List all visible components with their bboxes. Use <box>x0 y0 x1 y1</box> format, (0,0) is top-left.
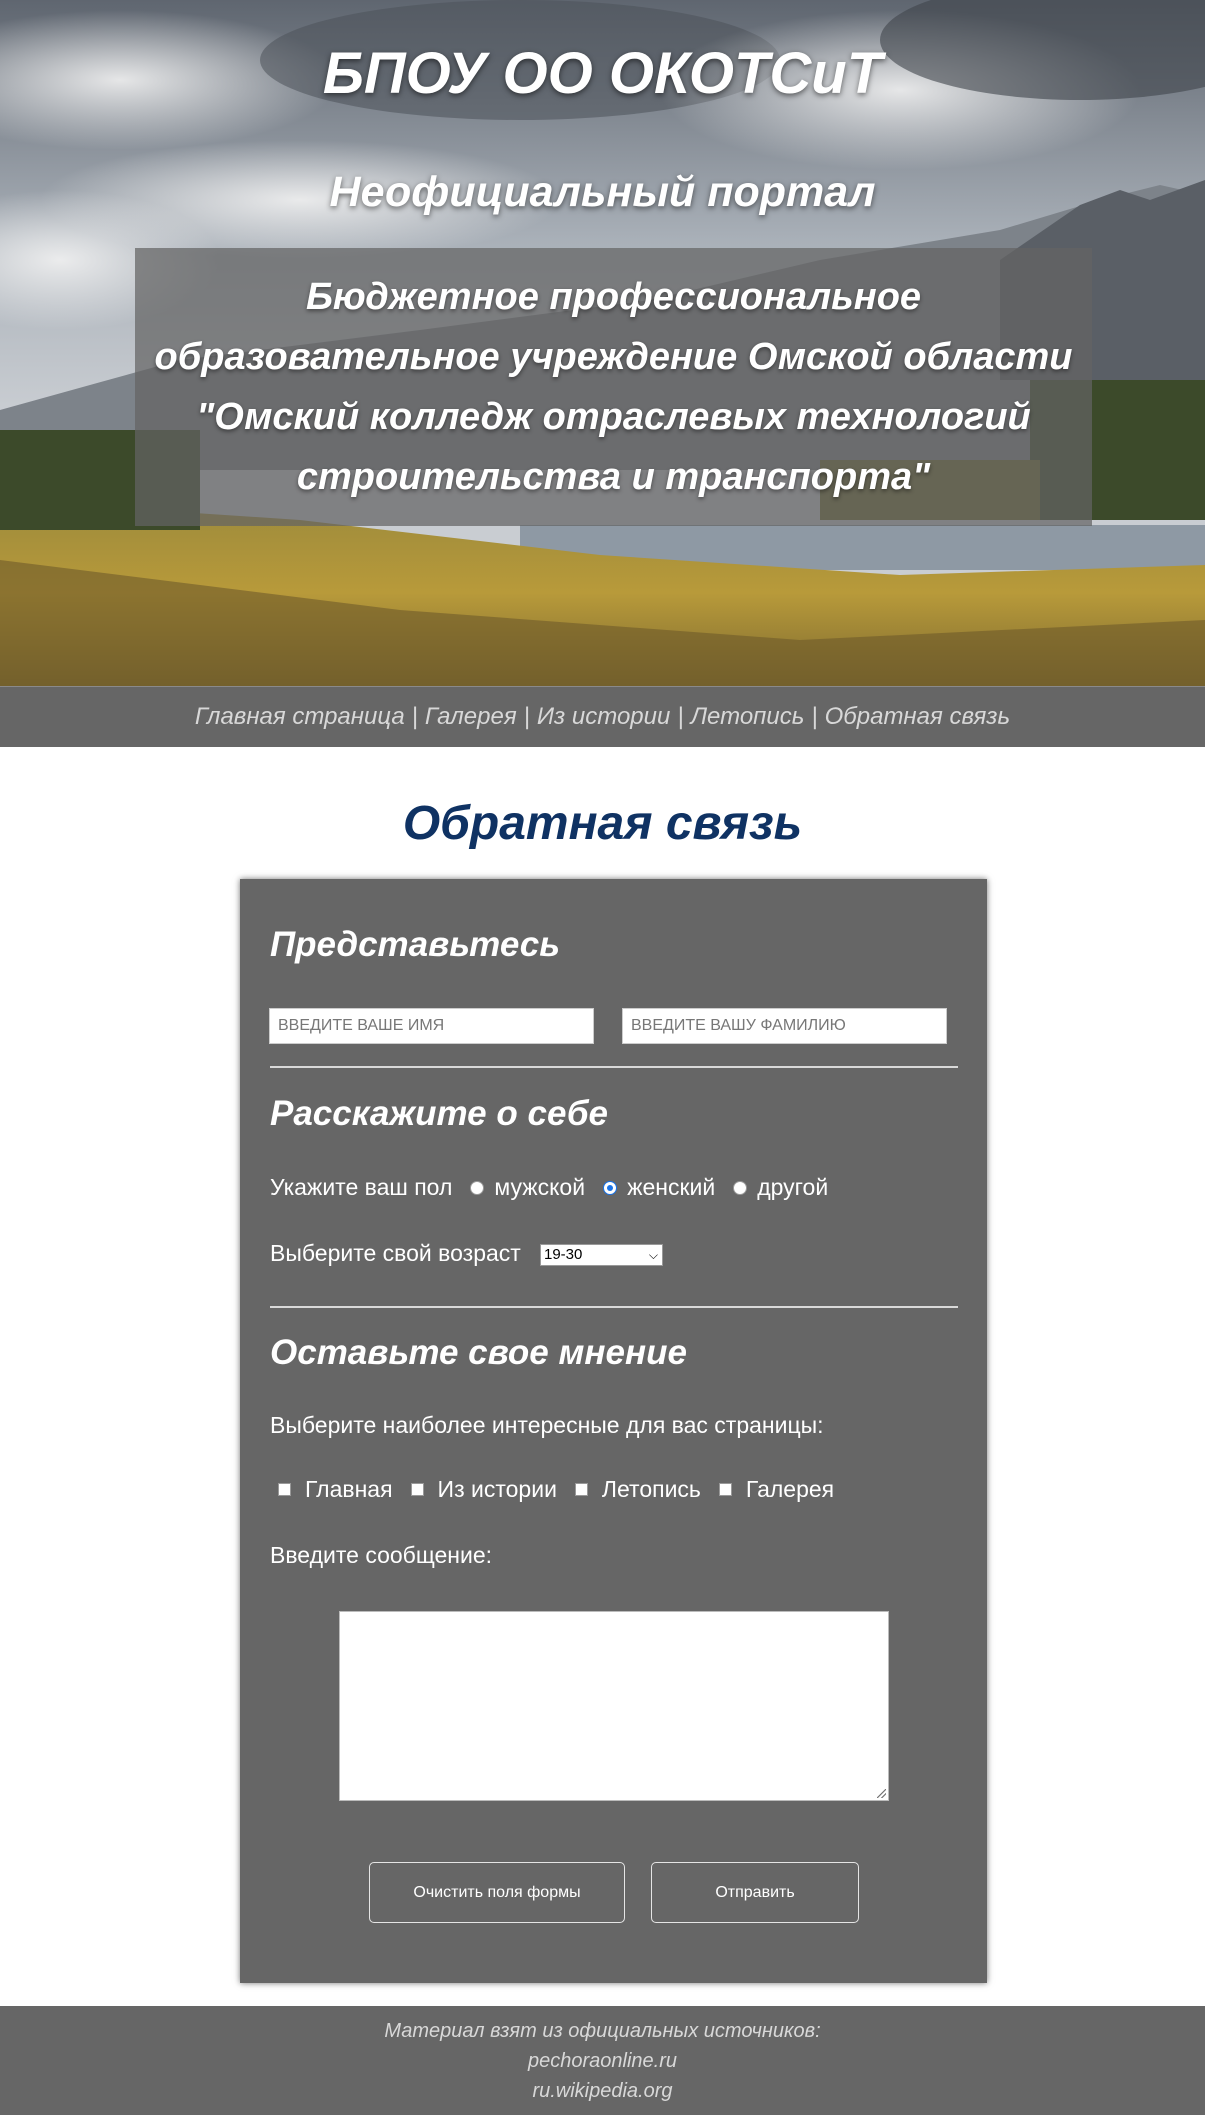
nav-link-chronicle[interactable]: Летопись <box>691 703 805 731</box>
nav-separator: | <box>411 703 418 730</box>
gender-option-label: мужской <box>494 1174 586 1200</box>
gender-option-label: другой <box>757 1174 829 1200</box>
gender-group: Укажите ваш пол мужской женский другой <box>270 1174 828 1201</box>
nav-separator: | <box>523 703 530 730</box>
footer: Материал взят из официальных источников:… <box>0 2006 1205 2115</box>
institution-description-box: Бюджетное профессиональное образовательн… <box>135 248 1092 526</box>
nav-link-home[interactable]: Главная страница <box>195 703 405 731</box>
age-label: Выберите свой возраст <box>270 1240 521 1266</box>
resize-handle-icon[interactable] <box>877 1789 886 1798</box>
checkbox-label: Главная <box>305 1476 393 1502</box>
footer-source-link[interactable]: ru.wikipedia.org <box>0 2076 1205 2106</box>
gender-option-label: женский <box>627 1174 716 1200</box>
page-title: Обратная связь <box>402 797 803 850</box>
message-textarea[interactable] <box>339 1611 889 1801</box>
checkbox-chronicle[interactable] <box>574 1483 588 1496</box>
age-select-value: 19-30 <box>544 1246 583 1263</box>
checkbox-home[interactable] <box>278 1483 291 1496</box>
first-name-input[interactable] <box>269 1008 594 1044</box>
submit-button[interactable]: Отправить <box>651 1862 859 1923</box>
chevron-down-icon: ⌵ <box>648 1248 658 1262</box>
checkbox-label: Галерея <box>745 1476 835 1502</box>
checkbox-label: Летопись <box>601 1476 701 1502</box>
section-heading-about: Расскажите о себе <box>270 1094 608 1133</box>
message-label: Введите сообщение: <box>270 1542 493 1568</box>
nav-link-feedback[interactable]: Обратная связь <box>825 703 1011 731</box>
pages-label: Выберите наиболее интересные для вас стр… <box>270 1412 824 1438</box>
nav-link-history[interactable]: Из истории <box>537 703 670 731</box>
nav-separator: | <box>677 703 684 730</box>
site-subtitle: Неофициальный портал <box>329 168 876 216</box>
reset-button[interactable]: Очистить поля формы <box>369 1862 625 1923</box>
age-select[interactable]: 19-30 ⌵ <box>540 1244 663 1266</box>
checkbox-gallery[interactable] <box>718 1483 732 1496</box>
gender-radio-male[interactable] <box>470 1180 485 1195</box>
divider <box>270 1306 958 1308</box>
footer-sources-label: Материал взят из официальных источников: <box>384 2020 821 2042</box>
header-banner: БПОУ ОО ОКОТСиТ Неофициальный портал Бюд… <box>0 0 1205 686</box>
checkbox-history[interactable] <box>410 1483 424 1496</box>
main-navigation: Главная страница | Галерея | Из истории … <box>0 686 1205 747</box>
section-heading-opinion: Оставьте свое мнение <box>270 1333 687 1372</box>
divider <box>270 1066 958 1068</box>
footer-source-link[interactable]: pechoraonline.ru <box>0 2046 1205 2076</box>
gender-label: Укажите ваш пол <box>270 1174 453 1200</box>
nav-link-gallery[interactable]: Галерея <box>425 703 517 731</box>
pages-checkbox-group: Главная Из истории Летопись Галерея <box>278 1476 852 1503</box>
section-heading-introduce: Представьтесь <box>270 925 560 964</box>
site-title: БПОУ ОО ОКОТСиТ <box>322 41 883 106</box>
gender-radio-other[interactable] <box>733 1180 748 1195</box>
feedback-form: Представьтесь Расскажите о себе Укажите … <box>240 879 987 1983</box>
last-name-input[interactable] <box>622 1008 947 1044</box>
gender-radio-female[interactable] <box>603 1180 618 1195</box>
checkbox-label: Из истории <box>437 1476 557 1502</box>
institution-description: Бюджетное профессиональное образовательн… <box>154 276 1073 498</box>
nav-separator: | <box>811 703 818 730</box>
